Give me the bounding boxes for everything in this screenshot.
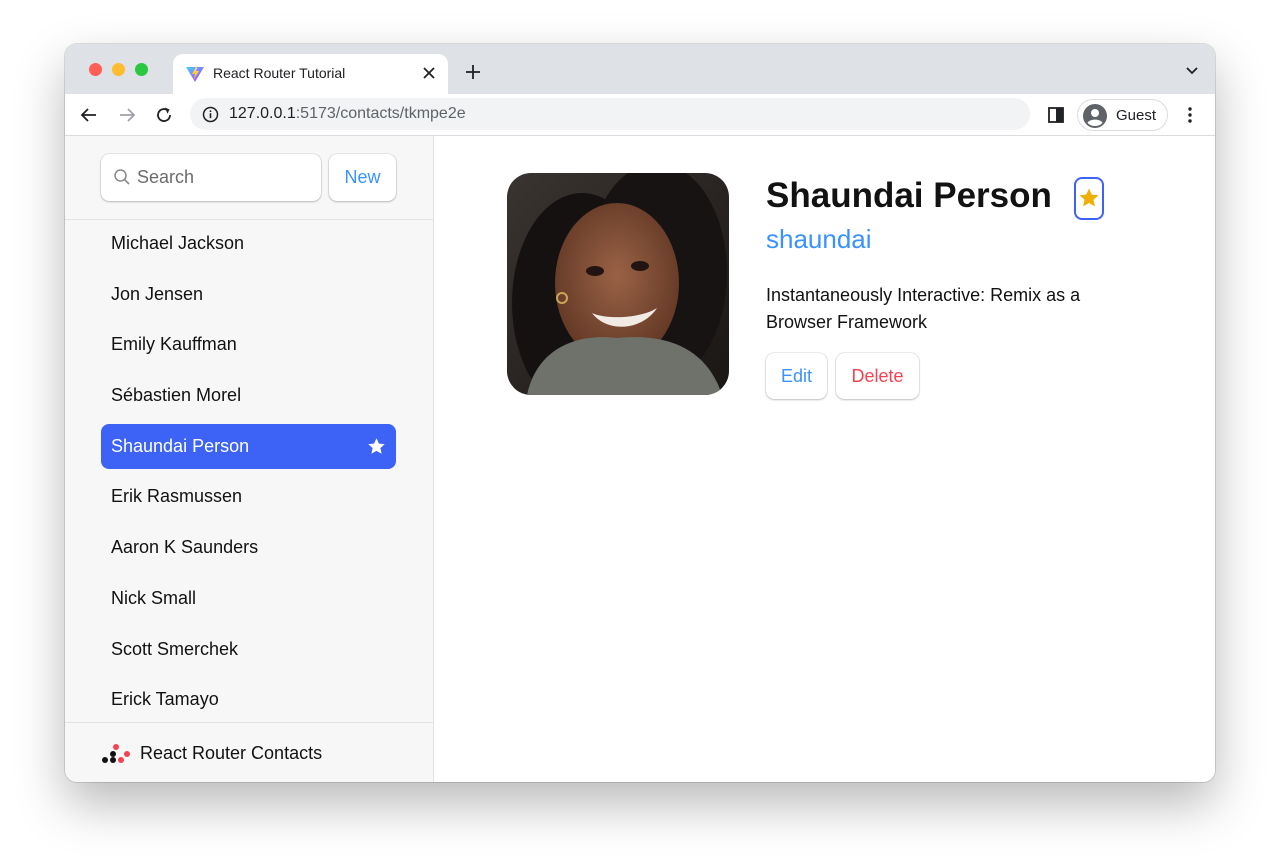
contact-list-item-name: Sébastien Morel [111,385,242,406]
contact-list-item-name: Scott Smerchek [111,638,239,659]
browser-window: React Router Tutorial 127.0.0.1:5173/con… [65,44,1215,782]
contact-list-item[interactable]: Sébastien Morel [101,373,396,418]
contact-list-item[interactable]: Jon Jensen [101,272,396,317]
back-arrow-icon[interactable] [79,105,99,125]
browser-toolbar: 127.0.0.1:5173/contacts/tkmpe2e Guest [65,94,1215,136]
sidebar: New Michael Jackson Jon Jensen Emily Kauff… [65,136,434,782]
favorite-star-icon [368,438,385,454]
more-menu-icon[interactable] [1184,105,1196,125]
contact-list-item-name: Nick Small [111,587,197,608]
site-info-icon[interactable] [202,106,219,123]
address-bar[interactable]: 127.0.0.1:5173/contacts/tkmpe2e [190,98,1030,130]
contact-list-item-name: Emily Kauffman [111,334,237,355]
url-host: 127.0.0.1 [229,105,296,122]
contact-list-item-name: Jon Jensen [111,283,204,304]
delete-button[interactable]: Delete [836,353,919,399]
new-contact-button[interactable]: New [329,154,396,201]
sidebar-footer: React Router Contacts [65,722,433,782]
contact-list-item[interactable]: Shaundai Person [101,423,396,469]
contact-detail: Shaundai Person shaundai Instantaneously… [434,136,1215,782]
close-window-button[interactable] [89,63,102,76]
reload-icon[interactable] [154,105,174,125]
close-tab-icon[interactable] [420,64,438,82]
contact-list-item[interactable]: Erick Tamayo [101,677,396,722]
star-icon [1079,188,1099,207]
contact-list-item-name: Aaron K Saunders [111,537,259,558]
brand-name: React Router Contacts [140,743,323,763]
contact-list-item-name: Erik Rasmussen [111,486,243,507]
contact-list-item[interactable]: Aaron K Saunders [101,525,396,570]
minimize-window-button[interactable] [112,63,125,76]
contact-list-item-name: Shaundai Person [111,435,250,456]
tab-react-router-tutorial[interactable]: React Router Tutorial [173,54,448,94]
search-icon [114,169,130,185]
profile-button[interactable]: Guest [1077,99,1168,131]
react-router-logo-icon [102,744,130,763]
tab-strip: React Router Tutorial [65,44,1215,94]
contact-list: Michael Jackson Jon Jensen Emily Kauffman S… [101,221,396,728]
contact-avatar-photo [507,173,729,395]
search-box[interactable] [101,154,321,201]
tab-title: React Router Tutorial [213,65,346,81]
profile-name: Guest [1116,107,1157,124]
contact-list-item[interactable]: Michael Jackson [101,221,396,266]
new-tab-icon[interactable] [464,63,482,81]
contact-list-item[interactable]: Nick Small [101,576,396,621]
url-text: 127.0.0.1:5173/contacts/tkmpe2e [229,105,466,123]
favorite-toggle-button[interactable] [1074,177,1104,220]
side-panel-icon[interactable] [1047,106,1065,124]
contact-name: Shaundai Person [766,176,1052,215]
sidebar-header: New [65,136,433,220]
twitter-handle-link[interactable]: shaundai [766,224,872,255]
edit-button[interactable]: Edit [766,353,827,399]
url-path: :5173/contacts/tkmpe2e [295,105,466,122]
contact-list-item-name: Erick Tamayo [111,689,219,710]
page-content: New Michael Jackson Jon Jensen Emily Kauff… [65,136,1215,782]
contact-list-item[interactable]: Emily Kauffman [101,322,396,367]
search-input[interactable] [137,154,315,201]
contact-list-item[interactable]: Erik Rasmussen [101,474,396,519]
zoom-window-button[interactable] [135,63,148,76]
tab-search-chevron-icon[interactable] [1185,66,1199,76]
contact-list-item[interactable]: Scott Smerchek [101,627,396,672]
contact-notes: Instantaneously Interactive: Remix as a … [766,285,1081,332]
vite-favicon-icon [186,66,204,82]
guest-avatar-icon [1083,104,1107,128]
forward-arrow-icon[interactable] [117,105,137,125]
contact-list-item-name: Michael Jackson [111,233,245,253]
